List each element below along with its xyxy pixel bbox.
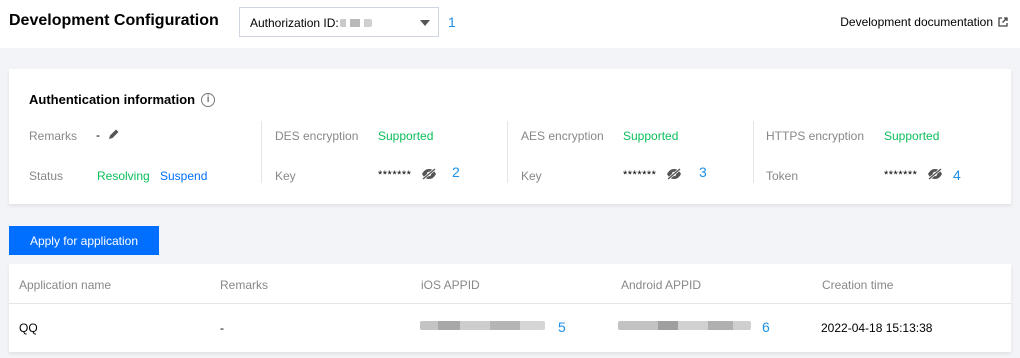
info-icon[interactable]: i <box>201 92 216 107</box>
eye-off-icon[interactable] <box>927 168 943 180</box>
status-label: Status <box>29 169 64 183</box>
doc-link-label: Development documentation <box>840 15 993 29</box>
marker-2: 2 <box>452 164 460 180</box>
suspend-link[interactable]: Suspend <box>160 169 207 183</box>
remarks-label: Remarks <box>29 129 78 143</box>
authorization-id-label: Authorization ID: <box>250 16 339 30</box>
marker-4: 4 <box>953 167 961 183</box>
aes-encryption-value: Supported <box>623 129 679 143</box>
status-value: Resolving <box>97 169 150 183</box>
aes-key-value: ******* <box>623 169 657 181</box>
top-bar: Development Configuration Authorization … <box>0 0 1020 48</box>
apply-for-application-button[interactable]: Apply for application <box>9 226 159 255</box>
redacted-android-appid <box>618 321 751 330</box>
https-encryption-label: HTTPS encryption <box>766 129 865 143</box>
eye-off-icon[interactable] <box>666 168 682 180</box>
chevron-down-icon <box>420 20 430 26</box>
marker-6: 6 <box>762 319 770 335</box>
table-header: Application name Remarks iOS APPID Andro… <box>9 264 1011 304</box>
token-label: Token <box>766 169 799 183</box>
creation-time-cell: 2022-04-18 15:13:38 <box>821 321 933 335</box>
column-header-android-appid: Android APPID <box>621 278 702 292</box>
applications-table: Application name Remarks iOS APPID Andro… <box>9 264 1011 352</box>
redacted-authorization-id <box>340 19 372 27</box>
aes-key-label: Key <box>521 169 542 183</box>
divider <box>261 121 262 183</box>
marker-5: 5 <box>558 319 566 335</box>
token-value: ******* <box>884 169 918 181</box>
remarks-value: - <box>96 128 100 142</box>
marker-1: 1 <box>448 14 456 30</box>
remarks-cell: - <box>220 321 224 335</box>
divider <box>507 121 508 183</box>
divider <box>753 121 754 183</box>
card-title: Authentication information i <box>29 92 216 107</box>
application-name-cell: QQ <box>19 321 38 335</box>
aes-encryption-label: AES encryption <box>521 129 604 143</box>
card-title-text: Authentication information <box>29 92 196 107</box>
eye-off-icon[interactable] <box>421 168 437 180</box>
redacted-ios-appid <box>420 321 545 330</box>
column-header-creation-time: Creation time <box>822 278 894 292</box>
column-header-application-name: Application name <box>19 278 112 292</box>
page-title: Development Configuration <box>9 12 219 29</box>
des-encryption-value: Supported <box>378 129 434 143</box>
development-documentation-link[interactable]: Development documentation <box>840 15 1008 29</box>
des-key-label: Key <box>275 169 296 183</box>
external-link-icon <box>998 17 1008 27</box>
edit-pencil-icon[interactable] <box>107 128 120 141</box>
column-header-remarks: Remarks <box>220 278 269 292</box>
authentication-info-card: Authentication information i Remarks - S… <box>9 69 1011 204</box>
marker-3: 3 <box>699 164 707 180</box>
authorization-id-select[interactable]: Authorization ID: <box>239 7 439 37</box>
column-header-ios-appid: iOS APPID <box>421 278 480 292</box>
des-key-value: ******* <box>378 169 412 181</box>
des-encryption-label: DES encryption <box>275 129 359 143</box>
https-encryption-value: Supported <box>884 129 940 143</box>
